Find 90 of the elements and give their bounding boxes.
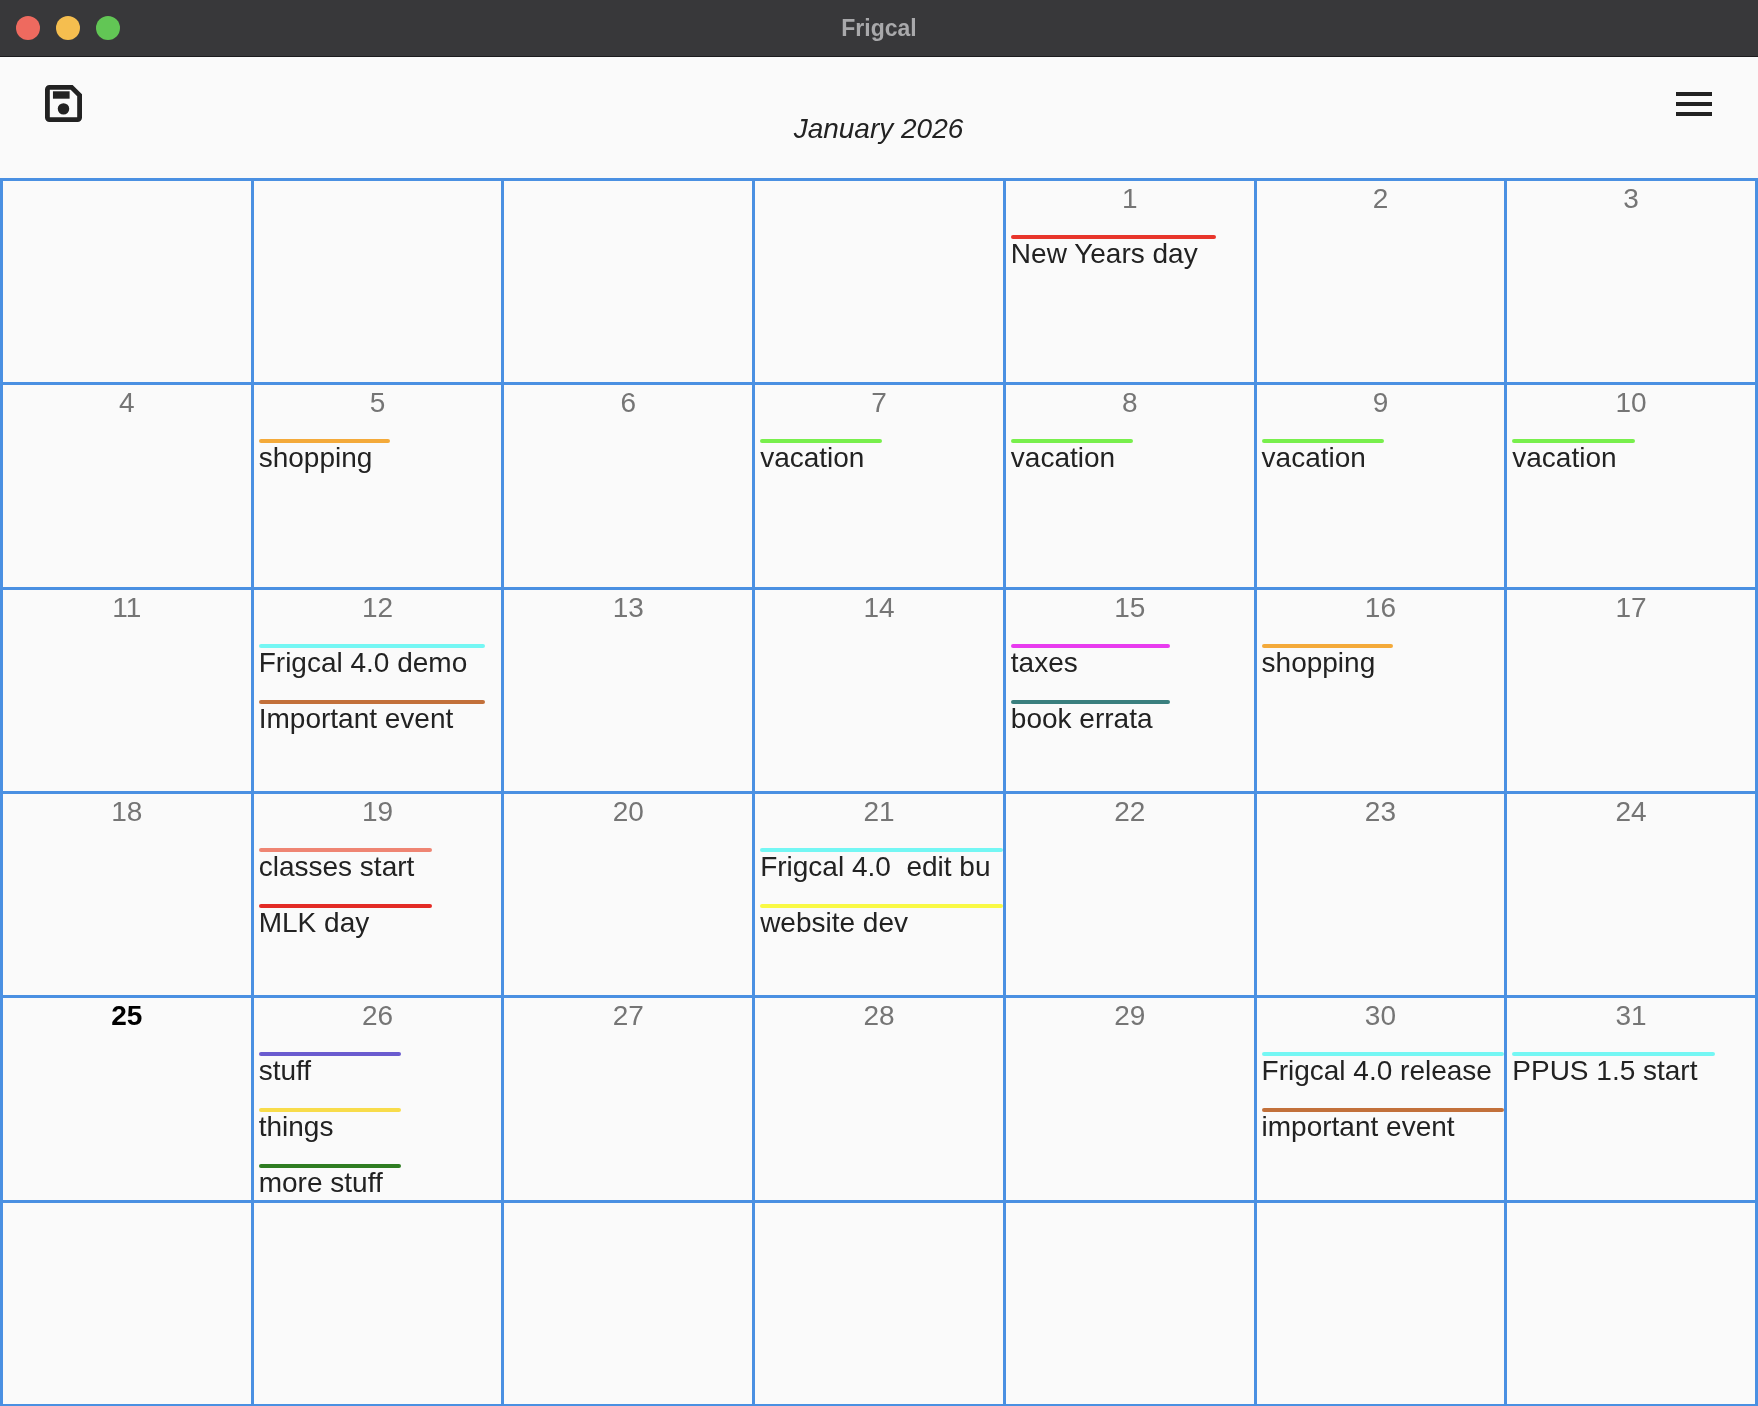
day-number: 11 [111, 591, 143, 624]
day-cell[interactable]: 21 Frigcal 4.0 edit bu website dev [755, 794, 1003, 996]
day-cell[interactable]: 20 [504, 794, 753, 996]
day-cell[interactable]: 24 [1507, 794, 1755, 996]
day-cell[interactable]: 28 [755, 998, 1003, 1200]
day-number: 9 [1371, 387, 1390, 420]
day-number: 27 [611, 1000, 645, 1033]
day-number: 1 [1120, 183, 1139, 215]
day-number: 24 [1614, 796, 1648, 828]
day-cell[interactable]: 23 [1256, 794, 1505, 996]
event-title[interactable]: Frigcal 4.0 edit bu [760, 852, 1003, 882]
day-cell[interactable]: 8 vacation [1005, 385, 1254, 587]
day-cell[interactable]: 27 [504, 998, 753, 1200]
day-number: 7 [870, 387, 888, 420]
event-title[interactable]: vacation [760, 443, 883, 474]
event-title[interactable]: vacation [1512, 443, 1635, 474]
day-cell[interactable]: 13 [504, 589, 753, 791]
save-icon[interactable] [45, 85, 82, 122]
event-title[interactable]: MLK day [258, 908, 433, 938]
day-cell[interactable]: 15 taxes book errata [1005, 589, 1254, 791]
day-number: 20 [611, 796, 645, 828]
day-number: 23 [1363, 796, 1397, 828]
event-title[interactable]: PPUS 1.5 start [1512, 1056, 1716, 1087]
day-number: 21 [862, 796, 896, 828]
event-title[interactable]: taxes [1010, 647, 1171, 678]
day-cell[interactable]: 3 [1507, 181, 1755, 383]
menu-icon[interactable] [1676, 92, 1712, 116]
day-cell[interactable]: 14 [755, 589, 1003, 791]
day-cell[interactable]: 6 [504, 385, 753, 587]
window-close-button[interactable] [16, 16, 40, 40]
day-number: 5 [368, 387, 387, 420]
day-cell[interactable]: 5 shopping [253, 385, 502, 587]
day-number: 31 [1614, 1000, 1648, 1033]
event-title[interactable]: classes start [258, 852, 433, 882]
day-number: 26 [361, 1000, 395, 1033]
day-cell[interactable]: 22 [1005, 794, 1254, 996]
event-title[interactable]: vacation [1010, 443, 1134, 474]
day-cell[interactable]: 1 New Years day [1005, 181, 1254, 383]
event-title[interactable]: stuff [258, 1056, 401, 1087]
event-title[interactable]: New Years day [1010, 239, 1216, 269]
day-number: 12 [361, 591, 395, 624]
day-cell[interactable]: 7 vacation [755, 385, 1003, 587]
window-minimize-button[interactable] [56, 16, 80, 40]
day-number: 6 [619, 387, 638, 420]
day-cell[interactable]: 25 [3, 998, 251, 1200]
day-cell[interactable]: 9 vacation [1256, 385, 1505, 587]
day-cell[interactable]: 10 vacation [1507, 385, 1755, 587]
day-number: 10 [1614, 387, 1648, 420]
day-number: 25 [110, 1000, 144, 1033]
event-title[interactable]: Frigcal 4.0 demo [258, 647, 486, 678]
window-title: Frigcal [841, 14, 917, 42]
day-number: 29 [1113, 1000, 1147, 1033]
day-number: 15 [1113, 591, 1147, 624]
event-title[interactable]: more stuff [258, 1168, 401, 1199]
day-cell[interactable]: 30 Frigcal 4.0 release important event [1256, 998, 1505, 1200]
day-number: 30 [1363, 1000, 1397, 1033]
event-title[interactable]: Frigcal 4.0 release [1261, 1056, 1505, 1087]
day-cell[interactable]: 2 [1256, 181, 1505, 383]
day-number: 22 [1113, 796, 1147, 828]
event-title[interactable]: shopping [258, 443, 391, 474]
day-number: 3 [1622, 183, 1640, 215]
day-cell[interactable]: 26 stuff things more stuff [253, 998, 502, 1200]
day-number: 8 [1120, 387, 1139, 420]
day-number: 14 [862, 591, 896, 624]
event-title[interactable]: things [258, 1112, 401, 1143]
day-cell[interactable]: 19 classes start MLK day [253, 794, 502, 996]
day-cell[interactable]: 4 [3, 385, 251, 587]
day-cell[interactable]: 16 shopping [1256, 589, 1505, 791]
day-number: 18 [110, 796, 144, 828]
event-title[interactable]: important event [1261, 1112, 1505, 1143]
day-number: 4 [118, 387, 136, 420]
event-title[interactable]: website dev [760, 908, 1003, 938]
event-title[interactable]: book errata [1010, 703, 1171, 734]
day-number: 28 [862, 1000, 896, 1033]
window-zoom-button[interactable] [96, 16, 120, 40]
day-cell[interactable]: 29 [1005, 998, 1254, 1200]
event-title[interactable]: Important event [258, 703, 486, 734]
day-number: 2 [1371, 183, 1390, 215]
day-cell[interactable]: 18 [3, 794, 251, 996]
day-cell[interactable]: 12 Frigcal 4.0 demo Important event [253, 589, 502, 791]
day-cell[interactable]: 11 [3, 589, 251, 791]
event-title[interactable]: vacation [1261, 443, 1384, 474]
day-cell[interactable]: 17 [1507, 589, 1755, 791]
month-title: January 2026 [793, 113, 964, 145]
day-number: 13 [611, 591, 645, 624]
day-number: 19 [361, 796, 395, 828]
day-cell[interactable]: 31 PPUS 1.5 start [1507, 998, 1755, 1200]
event-title[interactable]: shopping [1261, 647, 1394, 678]
day-number: 17 [1614, 591, 1648, 624]
day-number: 16 [1363, 591, 1397, 624]
